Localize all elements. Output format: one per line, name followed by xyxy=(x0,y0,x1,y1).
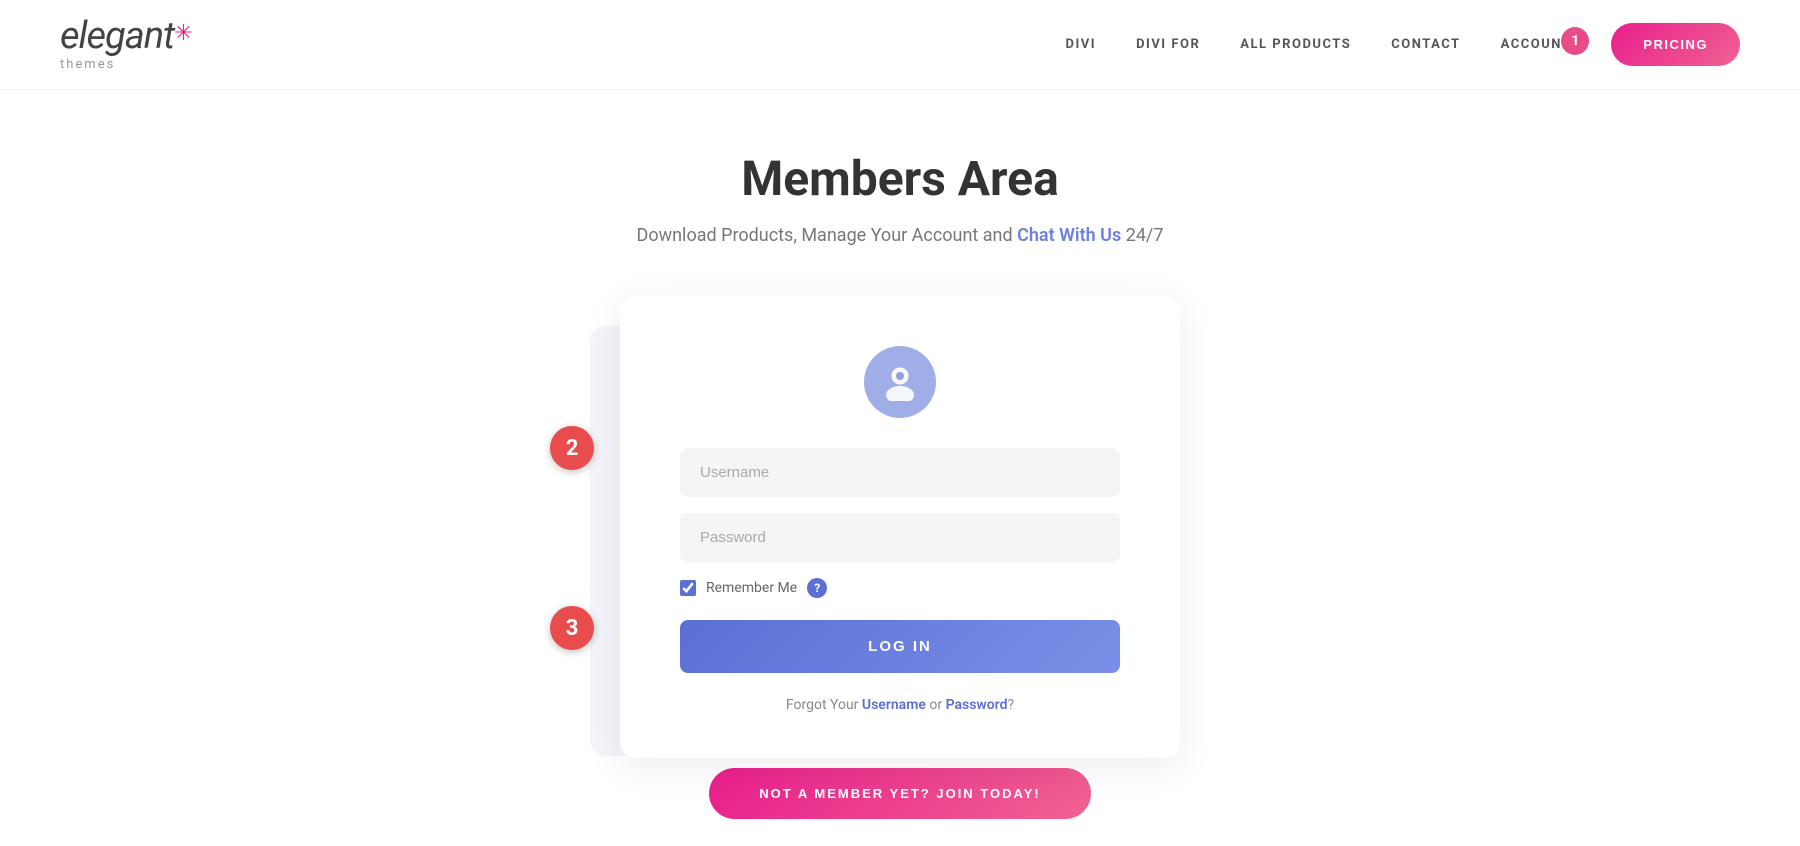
logo[interactable]: elegant✳ themes xyxy=(60,17,192,72)
login-button[interactable]: LOG IN xyxy=(680,620,1120,673)
page-title: Members Area xyxy=(741,150,1059,207)
username-input[interactable] xyxy=(680,448,1120,497)
main-nav: DIVI DIVI FOR ALL PRODUCTS CONTACT ACCOU… xyxy=(1066,23,1740,66)
subtitle-text-after: 24/7 xyxy=(1126,225,1164,246)
login-card: Remember Me ? LOG IN Forgot Your Usernam… xyxy=(620,296,1180,758)
join-button[interactable]: NOT A MEMBER YET? JOIN TODAY! xyxy=(709,768,1090,819)
page-subtitle: Download Products, Manage Your Account a… xyxy=(637,225,1164,246)
forgot-password-link[interactable]: Password xyxy=(946,697,1008,713)
forgot-middle: or xyxy=(926,697,946,713)
forgot-before: Forgot Your xyxy=(786,697,862,713)
remember-me-label: Remember Me xyxy=(706,580,797,596)
nav-all-products[interactable]: ALL PRODUCTS xyxy=(1240,37,1351,52)
header: elegant✳ themes DIVI DIVI FOR ALL PRODUC… xyxy=(0,0,1800,90)
logo-brand: elegant xyxy=(60,14,174,58)
forgot-after: ? xyxy=(1007,697,1014,713)
password-input[interactable] xyxy=(680,513,1120,562)
login-area: 2 3 xyxy=(620,296,1180,758)
nav-contact[interactable]: CONTACT xyxy=(1391,37,1460,52)
user-avatar xyxy=(680,346,1120,418)
pricing-button[interactable]: PRICING xyxy=(1611,23,1740,66)
main-content: Members Area Download Products, Manage Y… xyxy=(0,90,1800,819)
remember-me-checkbox[interactable] xyxy=(680,580,696,596)
nav-divi-for[interactable]: DIVI FOR xyxy=(1136,37,1200,52)
account-notification-badge: 1 xyxy=(1561,27,1589,55)
avatar-circle xyxy=(864,346,936,418)
annotation-badge-3: 3 xyxy=(550,606,594,650)
remember-me-row: Remember Me ? xyxy=(680,578,1120,598)
help-icon[interactable]: ? xyxy=(807,578,827,598)
forgot-username-link[interactable]: Username xyxy=(862,697,926,713)
account-nav-wrapper: ACCOUNT 1 xyxy=(1501,37,1572,52)
user-avatar-icon xyxy=(881,363,919,401)
nav-divi[interactable]: DIVI xyxy=(1066,37,1097,52)
annotation-badge-2: 2 xyxy=(550,426,594,470)
forgot-text: Forgot Your Username or Password? xyxy=(680,697,1120,713)
logo-star: ✳ xyxy=(174,21,191,46)
chat-link[interactable]: Chat With Us xyxy=(1017,225,1121,246)
logo-sub: themes xyxy=(60,57,115,72)
subtitle-text-before: Download Products, Manage Your Account a… xyxy=(637,225,1013,246)
